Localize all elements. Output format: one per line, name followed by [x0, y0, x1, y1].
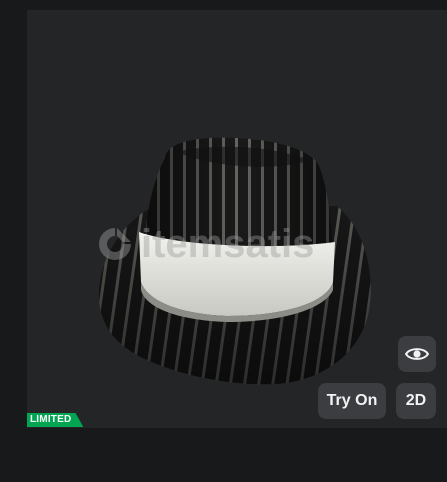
- item-3d-viewer[interactable]: itemsatis: [27, 10, 447, 428]
- 2d-view-button[interactable]: 2D: [396, 383, 436, 419]
- eye-icon: [405, 348, 429, 360]
- try-on-button[interactable]: Try On: [318, 383, 386, 419]
- hat-thumbnail: [98, 137, 371, 385]
- item-details-page: itemsatis Try On 2D LIMITED: [0, 0, 447, 482]
- toggle-view-button[interactable]: [398, 336, 436, 372]
- limited-badge: LIMITED: [27, 413, 84, 427]
